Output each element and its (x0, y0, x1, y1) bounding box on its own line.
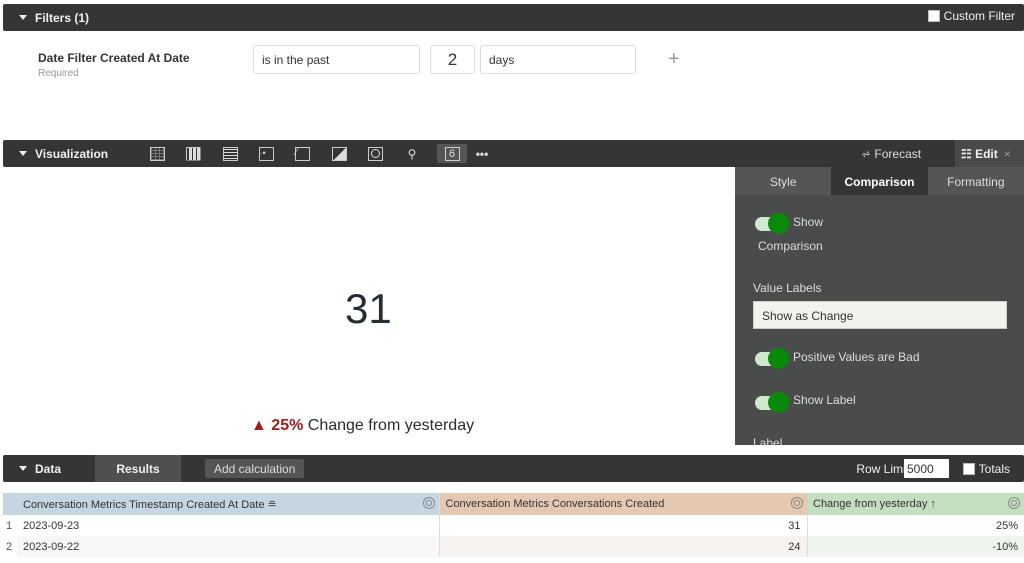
data-header[interactable]: Data Results Add calculation Row Limit T… (3, 455, 1024, 482)
map-pin-icon[interactable]: ⚲ (401, 144, 423, 163)
totals-toggle[interactable]: Totals (962, 462, 1010, 476)
column-header-label: Conversation Metrics Conversations Creat… (445, 498, 665, 510)
caret-down-icon[interactable] (19, 151, 27, 156)
add-filter-icon[interactable]: + (668, 48, 680, 71)
caret-down-icon[interactable] (19, 466, 27, 471)
gear-icon[interactable] (1008, 497, 1020, 509)
add-calculation-button[interactable]: Add calculation (205, 459, 305, 478)
comparison-label: Change from yesterday (307, 417, 475, 434)
forecast-label: Forecast (874, 147, 922, 161)
filter-field-label: Date Filter Created At Date (38, 51, 190, 65)
single-value: 31 (345, 285, 392, 332)
column-header-label: Change from yesterday ↑ (813, 498, 936, 510)
column-header-date[interactable]: Conversation Metrics Timestamp Created A… (17, 493, 440, 515)
tab-style[interactable]: Style (735, 167, 831, 195)
positive-values-bad-toggle[interactable] (755, 348, 789, 369)
value-labels-select[interactable]: Show as Change (753, 301, 1007, 329)
bar-chart-icon[interactable] (182, 144, 204, 163)
results-tab[interactable]: Results (95, 455, 181, 482)
cell-date: 2023-09-22 (17, 536, 440, 557)
line-chart-icon[interactable]: ⁄ (291, 144, 313, 163)
visualization-title: Visualization (35, 146, 109, 161)
table-icon[interactable] (146, 144, 168, 163)
custom-filter-checkbox[interactable] (927, 10, 940, 22)
gear-icon[interactable] (422, 497, 435, 509)
custom-filter-label: Custom Filter (943, 9, 1015, 23)
row-limit-label: Row Limit (856, 462, 909, 476)
show-label-label: Show Label (793, 393, 856, 407)
close-icon[interactable]: × (1004, 147, 1011, 161)
edit-panel: Style Comparison Formatting Show Compari… (735, 167, 1024, 445)
edit-panel-tabs: Style Comparison Formatting (735, 167, 1024, 195)
label-field-label: Label (753, 436, 783, 445)
filters-title: Filters (1) (35, 10, 90, 25)
gear-icon[interactable] (791, 497, 803, 509)
row-limit-input[interactable] (904, 459, 949, 478)
column-header-conversations[interactable]: Conversation Metrics Conversations Creat… (439, 493, 807, 515)
pie-chart-icon[interactable] (364, 144, 386, 163)
show-label-toggle[interactable] (755, 392, 789, 413)
filters-header[interactable]: Filters (1) Custom Filter (3, 4, 1024, 31)
totals-checkbox[interactable] (962, 463, 975, 475)
cell-count: 31 (439, 515, 808, 536)
comparison-value: ▲ 25% (251, 417, 304, 434)
caret-down-icon[interactable] (19, 15, 27, 20)
positive-values-bad-label: Positive Values are Bad (793, 350, 920, 364)
forecast-button[interactable]: ⩫ Forecast (861, 147, 921, 161)
forecast-icon: ⩫ (861, 147, 875, 161)
cell-count: 24 (439, 536, 808, 557)
data-title: Data (35, 461, 62, 476)
row-number: 2 (3, 536, 17, 557)
visualization-header[interactable]: Visualization ·• ⁄ ⚲ 6 ••• ⩫ Forecast ☷ … (3, 140, 1024, 167)
edit-label: Edit (975, 147, 998, 161)
more-icon[interactable]: ••• (471, 144, 493, 163)
results-table: Conversation Metrics Timestamp Created A… (3, 493, 1024, 557)
show-comparison-label: Show (793, 215, 824, 229)
cell-change: -10% (807, 536, 1024, 557)
edit-button[interactable]: ☷ Edit × (955, 140, 1024, 167)
show-comparison-toggle[interactable] (755, 213, 789, 234)
row-number: 1 (3, 515, 17, 536)
scatter-icon[interactable]: ·• (255, 144, 277, 163)
cell-date: 2023-09-23 (17, 515, 440, 536)
tab-formatting[interactable]: Formatting (928, 167, 1024, 195)
filter-unit-select[interactable]: days (480, 45, 636, 74)
show-comparison-label-2: Comparison (758, 239, 823, 253)
comparison-text: ▲ 25% Change from yesterday (251, 417, 474, 435)
tab-comparison[interactable]: Comparison (831, 167, 928, 195)
totals-label: Totals (978, 462, 1010, 476)
filter-operator-select[interactable]: is in the past (253, 45, 420, 74)
filter-required-label: Required (38, 68, 79, 79)
column-header-change[interactable]: Change from yesterday ↑ (807, 493, 1024, 515)
filter-number-input[interactable]: 2 (430, 45, 475, 74)
cell-change: 25% (995, 519, 1018, 532)
horizontal-bar-icon[interactable] (219, 144, 241, 163)
single-value-icon[interactable]: 6 (437, 144, 467, 163)
area-chart-icon[interactable] (328, 144, 350, 163)
column-header-label: Conversation Metrics Timestamp Created A… (23, 498, 277, 511)
table-row: 2 2023-09-22 24 -10% (3, 536, 1024, 557)
custom-filter-toggle[interactable]: Custom Filter (927, 9, 1015, 23)
table-row: 1 2023-09-23 31 25% (3, 515, 1024, 536)
value-labels-label: Value Labels (753, 281, 822, 295)
row-number-header (3, 493, 17, 515)
triangle-up-icon: ▲ (251, 417, 267, 434)
sliders-icon: ☷ (961, 147, 976, 161)
